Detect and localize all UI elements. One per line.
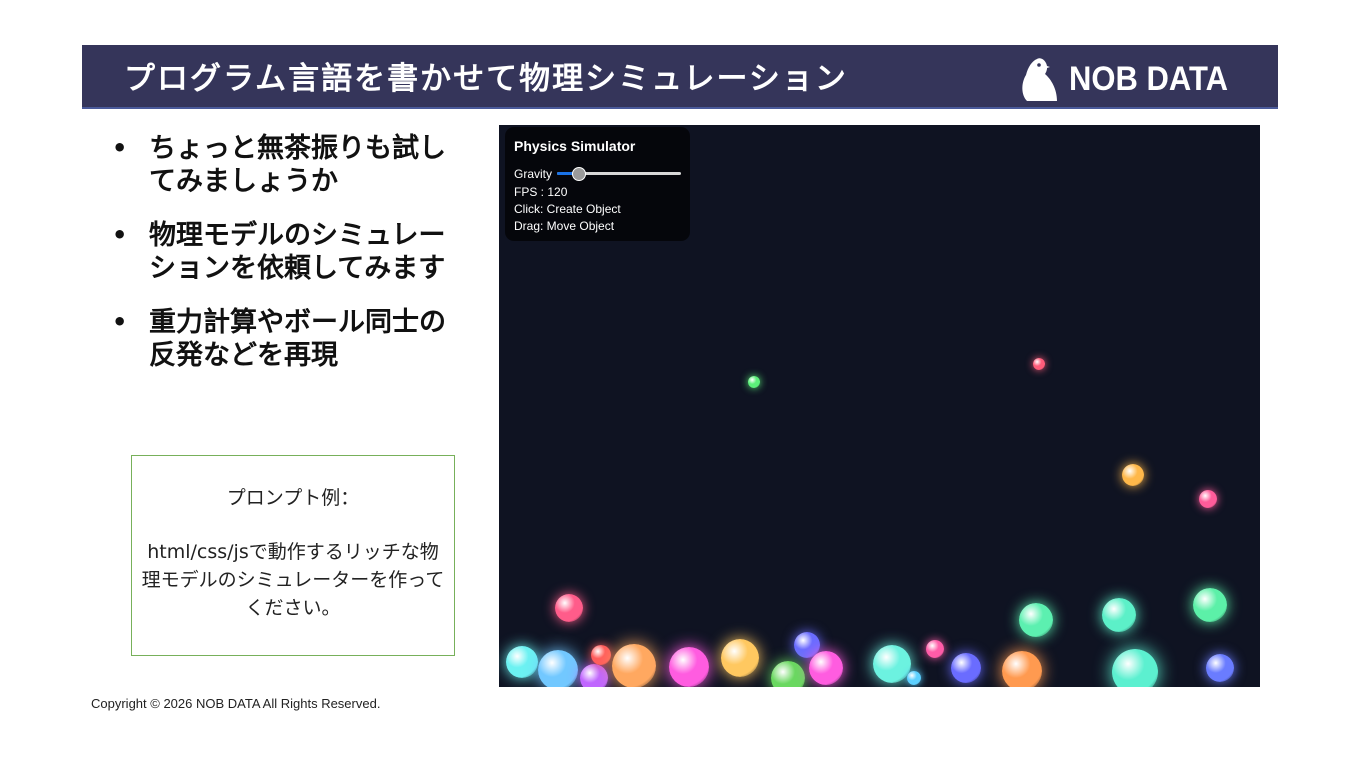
bullet-dot-icon: • [112,134,128,162]
physics-ball[interactable] [538,650,578,687]
physics-ball[interactable] [506,646,538,678]
physics-ball[interactable] [748,376,760,388]
fps-readout: FPS : 120 [514,185,568,199]
panel-title: Physics Simulator [514,138,636,154]
physics-ball[interactable] [1019,603,1053,637]
physics-ball[interactable] [1206,654,1234,682]
physics-ball[interactable] [580,664,608,687]
bullet-item: • 物理モデルのシミュレーションを依頼してみます [112,219,462,285]
copyright-text: Copyright © 2026 NOB DATA All Rights Res… [91,696,381,711]
logo-text: NOB DATA [1069,59,1228,98]
physics-ball[interactable] [1193,588,1227,622]
drag-hint: Drag: Move Object [514,219,615,233]
gravity-row: Gravity [514,167,682,181]
slider-thumb[interactable] [572,167,587,181]
physics-ball[interactable] [1199,490,1217,508]
physics-ball[interactable] [809,651,843,685]
prompt-example-box: プロンプト例： html/css/jsで動作するリッチな物理モデルのシミュレータ… [131,455,455,656]
physics-ball[interactable] [555,594,583,622]
prompt-heading: プロンプト例： [226,487,360,509]
bullet-dot-icon: • [112,308,128,336]
nob-data-logo: NOB DATA [1017,55,1228,103]
control-panel: Physics Simulator Gravity FPS : 120 Clic… [505,127,690,241]
physics-ball[interactable] [721,639,759,677]
bullet-text: 重力計算やボール同士の反発などを再現 [149,307,446,371]
gravity-slider[interactable] [557,167,682,181]
physics-ball[interactable] [926,640,944,658]
physics-ball[interactable] [669,647,709,687]
physics-ball[interactable] [771,661,805,687]
gravity-label: Gravity [514,167,553,181]
bullet-dot-icon: • [112,221,128,249]
physics-ball[interactable] [1102,598,1136,632]
physics-ball[interactable] [612,644,656,687]
physics-ball[interactable] [907,671,921,685]
bullet-text: ちょっと無茶振りも試してみましょうか [149,133,446,197]
physics-ball[interactable] [951,653,981,683]
click-hint: Click: Create Object [514,202,621,216]
bullet-item: • 重力計算やボール同士の反発などを再現 [112,306,462,372]
bullet-item: • ちょっと無茶振りも試してみましょうか [112,132,462,198]
slide-title: プログラム言語を書かせて物理シミュレーション [124,61,848,97]
physics-simulator-canvas[interactable]: Physics Simulator Gravity FPS : 120 Clic… [499,125,1260,687]
physics-ball[interactable] [1033,358,1045,370]
prompt-body: html/css/jsで動作するリッチな物理モデルのシミュレーターを作ってくださ… [141,541,445,619]
physics-ball[interactable] [591,645,611,665]
physics-ball[interactable] [1112,649,1158,687]
physics-ball[interactable] [1002,651,1042,687]
physics-ball[interactable] [873,645,911,683]
bullet-text: 物理モデルのシミュレーションを依頼してみます [149,220,446,284]
bird-logo-icon [1022,58,1057,101]
physics-ball[interactable] [1122,464,1144,486]
header-bar: プログラム言語を書かせて物理シミュレーション NOB DATA [82,45,1278,109]
bullet-list: • ちょっと無茶振りも試してみましょうか • 物理モデルのシミュレーションを依頼… [112,132,462,393]
